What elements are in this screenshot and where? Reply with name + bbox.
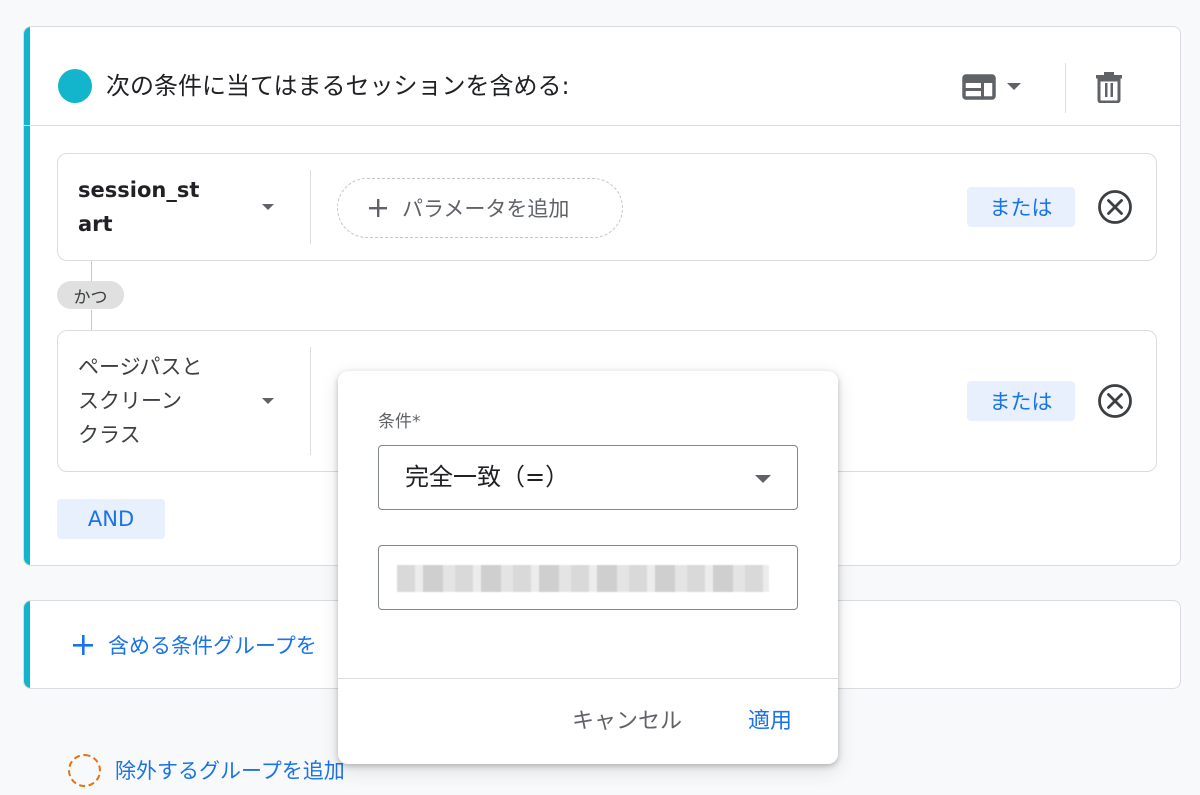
- add-exclude-group-button[interactable]: 除外するグループを追加: [68, 752, 345, 788]
- group-title: 次の条件に当てはまるセッションを含める:: [106, 72, 570, 100]
- chevron-down-icon: [1007, 83, 1021, 90]
- remove-condition-button[interactable]: [1096, 382, 1134, 420]
- condition-popup: 条件* 完全一致（=） キャンセル 適用: [338, 371, 838, 764]
- add-parameter-button[interactable]: パラメータを追加: [337, 178, 623, 238]
- event-select[interactable]: session_start: [78, 154, 288, 260]
- remove-condition-button[interactable]: [1096, 188, 1134, 226]
- event-select[interactable]: ページパスとスクリーン クラス: [78, 331, 288, 471]
- row-divider: [310, 347, 311, 455]
- add-exclude-group-label: 除外するグループを追加: [115, 759, 345, 783]
- close-circle-icon: [1098, 384, 1132, 418]
- operator-value: 完全一致（=）: [405, 463, 570, 491]
- group-header: 次の条件に当てはまるセッションを含める:: [24, 27, 1180, 126]
- chevron-down-icon: [262, 204, 274, 210]
- chevron-down-icon: [262, 398, 274, 404]
- cancel-button[interactable]: キャンセル: [572, 703, 682, 735]
- or-button[interactable]: または: [967, 381, 1075, 421]
- and-button[interactable]: AND: [57, 499, 165, 539]
- apply-button[interactable]: 適用: [748, 703, 792, 735]
- connector-line: [91, 310, 92, 330]
- header-divider: [1065, 63, 1066, 113]
- plus-icon: [369, 199, 387, 217]
- layout-menu-button[interactable]: [962, 69, 1038, 105]
- connector-line: [91, 261, 92, 281]
- condition-row: session_start パラメータを追加 または: [57, 153, 1157, 261]
- plus-icon: [73, 635, 93, 655]
- condition-label: 条件*: [378, 412, 421, 432]
- or-button[interactable]: または: [967, 187, 1075, 227]
- dashed-circle-icon: [68, 753, 101, 787]
- row-divider: [310, 170, 311, 244]
- add-parameter-label: パラメータを追加: [402, 197, 570, 221]
- teal-circle-icon: [58, 69, 92, 103]
- value-input[interactable]: [378, 545, 798, 610]
- close-circle-icon: [1098, 190, 1132, 224]
- chevron-down-icon: [755, 475, 771, 483]
- event-name: ページパスとスクリーン クラス: [78, 355, 203, 447]
- redacted-value: [397, 565, 769, 592]
- operator-select[interactable]: 完全一致（=）: [378, 445, 798, 510]
- event-name: session_start: [78, 178, 200, 236]
- trash-icon: [1096, 72, 1122, 103]
- delete-group-button[interactable]: [1090, 67, 1128, 107]
- layout-icon: [962, 74, 996, 100]
- add-include-group-button[interactable]: 含める条件グループを: [72, 627, 317, 663]
- and-connector-badge: かつ: [57, 281, 124, 309]
- popup-divider: [338, 678, 838, 679]
- add-include-group-label: 含める条件グループを: [108, 634, 317, 658]
